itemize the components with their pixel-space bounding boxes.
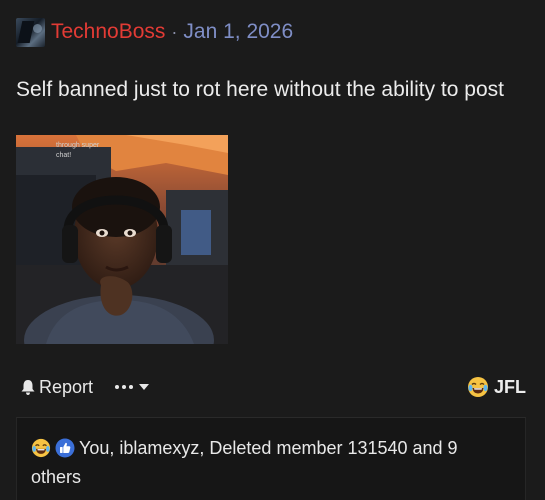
avatar[interactable] [16,17,45,47]
report-label: Report [39,376,94,397]
laughing-crying-emoji-icon [31,438,51,465]
thumbs-up-icon [55,438,75,465]
reaction-button[interactable]: JFL [467,374,526,400]
media-caption-line2: chat! [56,152,71,159]
reactions-bar: You, iblamexyz, Deleted member 131540 an… [16,417,526,500]
post-actions-left: Report [20,375,150,399]
post-media-image[interactable]: through super chat! [16,135,228,344]
post-body: Self banned just to rot here without the… [16,78,504,101]
bell-icon [21,379,35,395]
laughing-crying-emoji-icon [467,377,488,397]
caret-down-icon [139,384,150,390]
post: TechnoBoss · Jan 1, 2026 Self banned jus… [0,0,545,500]
media-caption-line1: through super [56,142,100,149]
reaction-label: JFL [493,376,526,397]
report-button[interactable]: Report [20,377,93,398]
ellipsis-icon [115,385,134,389]
author-username[interactable]: TechnoBoss [51,20,165,44]
post-date[interactable]: Jan 1, 2026 [183,20,293,44]
reactions-user-list[interactable]: You, iblamexyz, Deleted member 131540 an… [31,438,458,487]
post-header: TechnoBoss · Jan 1, 2026 [16,17,293,47]
more-options-button[interactable] [115,384,150,390]
media-scene: through super chat! [16,135,228,344]
header-separator: · [171,21,178,42]
reactions-summary-line: You, iblamexyz, Deleted member 131540 an… [31,436,501,490]
